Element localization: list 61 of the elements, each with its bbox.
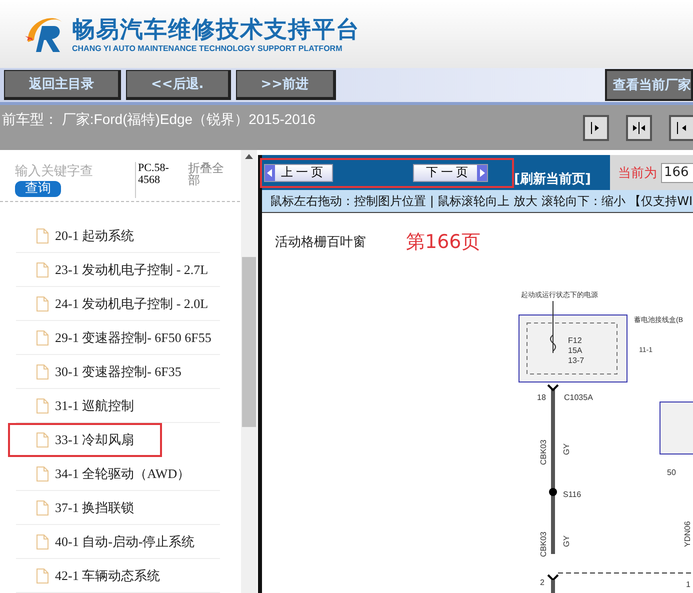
collapse-all-link[interactable]: 折叠全部: [188, 162, 228, 201]
next-page-button[interactable]: 下一页: [413, 164, 488, 182]
document-icon: [36, 466, 49, 482]
module-box: [660, 402, 693, 454]
manufacturer-button[interactable]: 查看当前厂家: [605, 69, 693, 101]
diagram-label: 13-7: [568, 356, 584, 365]
diagram-label: 1: [686, 580, 690, 589]
site-title: 畅易汽车维修技术支持平台: [72, 16, 360, 44]
nav-button[interactable]: 返回主目录: [4, 70, 121, 100]
diagram-label: C1035A: [564, 393, 593, 402]
document-icon: [36, 398, 49, 414]
diagram-label: GY: [562, 443, 571, 455]
document-icon: [36, 432, 49, 448]
tree-item[interactable]: 40-1 自动-启动-停止系统: [16, 525, 220, 559]
diagram-label: CBK03: [539, 532, 548, 557]
page-number-field[interactable]: 166: [661, 162, 693, 182]
nav-button[interactable]: <<后退.: [126, 70, 231, 100]
diagram-label: S116: [563, 490, 582, 499]
tree-item[interactable]: 37-1 换挡联锁: [16, 491, 220, 525]
tree-item[interactable]: 34-1 全轮驱动（AWD）: [16, 457, 220, 491]
search-field[interactable]: 输入关键字查: [15, 162, 127, 181]
page-number: 第166页: [406, 230, 480, 255]
site-subtitle: CHANG YI AUTO MAINTENANCE TECHNOLOGY SUPPORT PLATFORM: [72, 44, 344, 52]
tree-item[interactable]: 23-1 发动机电子控制 - 2.7L: [16, 253, 220, 287]
previous-page-button[interactable]: 上一页: [264, 164, 333, 182]
usage-hint: 鼠标左右拖动：控制图片位置 | 鼠标滚轮向上 放大 滚轮向下：缩小 【仅支持WI: [262, 190, 693, 213]
diagram-label: 2: [540, 578, 544, 587]
diagram-label: 18: [537, 393, 546, 402]
nav-button[interactable]: >>前进: [236, 70, 336, 100]
expand-right-icon[interactable]: [583, 115, 609, 141]
scrollbar[interactable]: [241, 150, 257, 593]
search-button[interactable]: 查询: [15, 181, 61, 197]
tree-item[interactable]: 20-1 起动系统: [16, 219, 220, 253]
document-icon: [36, 296, 49, 312]
refresh-link[interactable]: [刷新当前页]: [514, 170, 591, 188]
tree-item[interactable]: 33-1 冷却风扇: [8, 423, 162, 457]
scroll-up-icon[interactable]: [245, 154, 253, 159]
document-icon: [36, 262, 49, 278]
document-icon: [36, 534, 49, 550]
page-title: 活动格栅百叶窗: [275, 234, 366, 251]
document-icon: [36, 568, 49, 584]
document-icon: [36, 500, 49, 516]
tree-item[interactable]: 24-1 发动机电子控制 - 2.0L: [16, 287, 220, 321]
tree-item[interactable]: 29-1 变速器控制- 6F50 6F55: [16, 321, 220, 355]
document-icon: [36, 330, 49, 346]
diagram-label: YDN06: [683, 521, 692, 547]
split-view-icon[interactable]: [626, 115, 652, 141]
diagram-label: CBK03: [539, 440, 548, 465]
vehicle-code: PC.58-4568: [135, 162, 178, 198]
diagram-label: 50: [667, 468, 676, 477]
vehicle-model: 前车型： 厂家:Ford(福特)Edge（锐界）2015-2016: [2, 111, 316, 129]
diagram-label: F12: [568, 336, 582, 345]
tree-item[interactable]: 42-1 车辆动态系统: [16, 559, 220, 593]
tree-item[interactable]: 31-1 巡航控制: [16, 389, 220, 423]
current-page-label: 当前为: [618, 164, 657, 182]
document-icon: [36, 228, 49, 244]
tree-item[interactable]: 30-1 变速器控制- 6F35: [16, 355, 220, 389]
document-icon: [36, 364, 49, 380]
diagram-label: GY: [562, 535, 571, 547]
expand-left-icon[interactable]: [669, 115, 693, 141]
diagram-label: 15A: [568, 346, 582, 355]
